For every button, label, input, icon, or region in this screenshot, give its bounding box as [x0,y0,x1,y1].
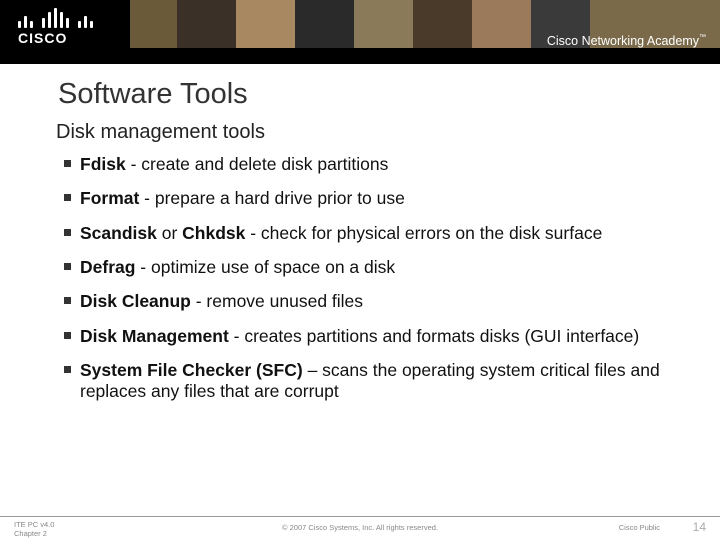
bullet-item: Disk Management - creates partitions and… [64,326,680,347]
bullet-list: Fdisk - create and delete disk partition… [64,154,680,403]
cisco-logo: CISCO [18,8,118,52]
trademark-icon: ™ [699,34,706,41]
footer-course: ITE PC v4.0 [14,520,54,529]
bullet-bold: System File Checker (SFC) [80,360,303,380]
academy-label: Cisco Networking Academy™ [547,34,706,48]
slide-header: CISCO Cisco Networking Academy™ [0,0,720,64]
bullet-bold: Disk Management [80,326,229,346]
bullet-bold: Fdisk [80,154,126,174]
slide-content: Software Tools Disk management tools Fdi… [58,78,680,416]
footer-copyright: © 2007 Cisco Systems, Inc. All rights re… [282,523,438,532]
footer-classification: Cisco Public [619,523,660,532]
bullet-item: Scandisk or Chkdsk - check for physical … [64,223,680,244]
bullet-item: Format - prepare a hard drive prior to u… [64,188,680,209]
footer-chapter: Chapter 2 [14,529,54,538]
bullet-bold: Disk Cleanup [80,291,191,311]
bullet-bold: Format [80,188,139,208]
bullet-bold: Defrag [80,257,135,277]
footer-left: ITE PC v4.0 Chapter 2 [14,520,54,538]
bullet-item: System File Checker (SFC) – scans the op… [64,360,680,403]
bullet-text: - create and delete disk partitions [126,154,389,174]
bullet-item: Defrag - optimize use of space on a disk [64,257,680,278]
slide-title: Software Tools [58,78,680,111]
bullet-text: - prepare a hard drive prior to use [139,188,405,208]
cisco-logo-icon [18,8,118,28]
footer-page-number: 14 [693,520,706,534]
bullet-item: Disk Cleanup - remove unused files [64,291,680,312]
bullet-item: Fdisk - create and delete disk partition… [64,154,680,175]
bullet-text: - remove unused files [191,291,363,311]
cisco-logo-text: CISCO [18,30,118,46]
bullet-text: - optimize use of space on a disk [135,257,395,277]
slide-footer: ITE PC v4.0 Chapter 2 © 2007 Cisco Syste… [0,516,720,540]
slide-subtitle: Disk management tools [56,121,680,144]
academy-text: Cisco Networking Academy [547,34,699,48]
bullet-text: - creates partitions and formats disks (… [229,326,639,346]
